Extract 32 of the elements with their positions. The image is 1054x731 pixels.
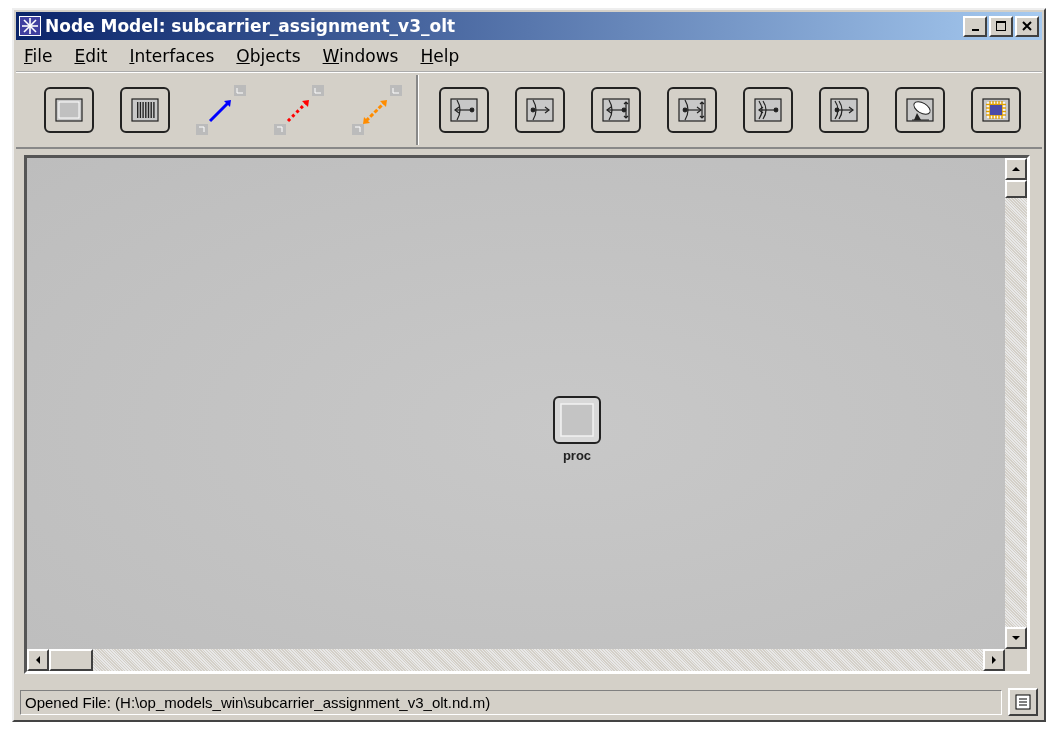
processor-tool-button[interactable]: [44, 87, 94, 133]
right-arrow-icon[interactable]: [990, 655, 998, 665]
antenna-tool-button[interactable]: [895, 87, 945, 133]
processor-icon: [52, 95, 86, 125]
menu-item[interactable]: Objects: [236, 46, 301, 66]
scroll-thumb[interactable]: [1005, 180, 1027, 198]
menu-item[interactable]: Help: [420, 46, 460, 66]
up-arrow-icon[interactable]: [1011, 165, 1021, 173]
menu-item[interactable]: Edit: [74, 46, 108, 66]
window-title: Node Model: subcarrier_assignment_v3_olt: [45, 16, 457, 36]
scroll-thumb[interactable]: [49, 649, 93, 671]
horizontal-scrollbar[interactable]: [27, 649, 1005, 671]
minimize-icon: [971, 29, 979, 31]
queue-icon: [128, 95, 162, 125]
menu-item[interactable]: Windows: [322, 46, 399, 66]
queue-tool-button[interactable]: [120, 87, 170, 133]
minimize-button[interactable]: [963, 15, 987, 37]
status-text: Opened File: (H:\op_models_win\subcarrier_assignment_v3_olt.nd.m): [20, 689, 1002, 715]
notepad-button[interactable]: [1008, 688, 1038, 716]
close-icon: [1021, 20, 1033, 32]
antenna-icon: [903, 95, 937, 125]
maximize-icon: [995, 20, 1007, 32]
menu-item[interactable]: Interfaces: [129, 46, 215, 66]
left-arrow-icon[interactable]: [34, 655, 42, 665]
maximize-button[interactable]: [989, 15, 1013, 37]
close-button[interactable]: [1015, 15, 1039, 37]
processor-node-icon[interactable]: [553, 396, 601, 444]
notepad-icon: [1014, 693, 1032, 711]
vertical-scrollbar[interactable]: [1005, 158, 1027, 649]
node-label: proc: [562, 448, 592, 463]
menu-item[interactable]: File: [24, 46, 53, 66]
down-arrow-icon[interactable]: [1011, 634, 1021, 642]
